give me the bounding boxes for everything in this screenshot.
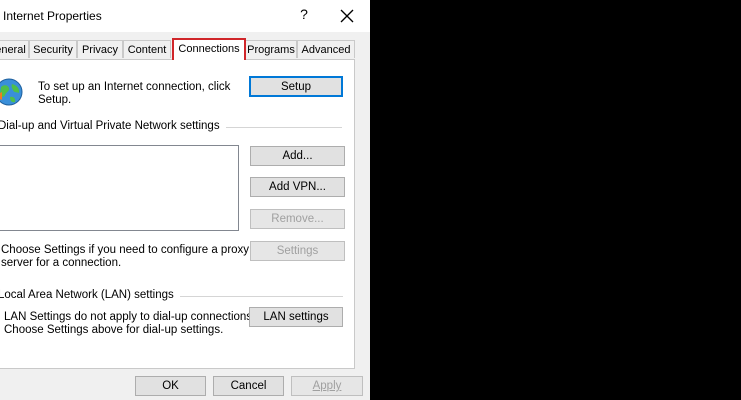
dialup-group-title: Dial-up and Virtual Private Network sett… — [0, 120, 226, 132]
proxy-help-line1: Choose Settings if you need to configure… — [1, 244, 250, 256]
lan-info-line1: LAN Settings do not apply to dial-up con… — [4, 311, 256, 323]
internet-globe-icon — [0, 78, 23, 106]
setup-instruction-line1: To set up an Internet connection, click — [38, 81, 231, 93]
add-button[interactable]: Add... — [250, 146, 345, 166]
internet-properties-window: Internet Properties ? eneral Security Pr… — [0, 0, 370, 400]
apply-button[interactable]: Apply — [291, 376, 363, 396]
proxy-help-line2: server for a connection. — [1, 257, 122, 269]
lan-group-title: Local Area Network (LAN) settings — [0, 289, 180, 301]
title-bar[interactable]: Internet Properties ? — [0, 0, 370, 32]
remove-button[interactable]: Remove... — [250, 209, 345, 229]
add-vpn-button[interactable]: Add VPN... — [250, 177, 345, 197]
tab-programs[interactable]: Programs — [245, 40, 297, 58]
tab-advanced[interactable]: Advanced — [297, 40, 355, 58]
window-title: Internet Properties — [3, 9, 102, 23]
help-button[interactable]: ? — [295, 6, 313, 26]
lan-settings-button[interactable]: LAN settings — [249, 307, 343, 327]
setup-instruction-line2: Setup. — [38, 94, 72, 106]
setup-button[interactable]: Setup — [249, 76, 343, 97]
tab-content[interactable]: Content — [123, 40, 171, 58]
tab-general[interactable]: eneral — [0, 40, 29, 58]
tab-privacy[interactable]: Privacy — [77, 40, 123, 58]
tab-connections[interactable]: Connections — [172, 38, 246, 60]
dialup-settings-button[interactable]: Settings — [250, 241, 345, 261]
dialup-connections-list[interactable] — [0, 145, 239, 231]
lan-info-line2: Choose Settings above for dial-up settin… — [4, 324, 224, 336]
ok-button[interactable]: OK — [135, 376, 206, 396]
tab-security[interactable]: Security — [29, 40, 77, 58]
cancel-button[interactable]: Cancel — [213, 376, 284, 396]
close-button[interactable] — [335, 4, 359, 28]
close-icon — [340, 9, 354, 23]
